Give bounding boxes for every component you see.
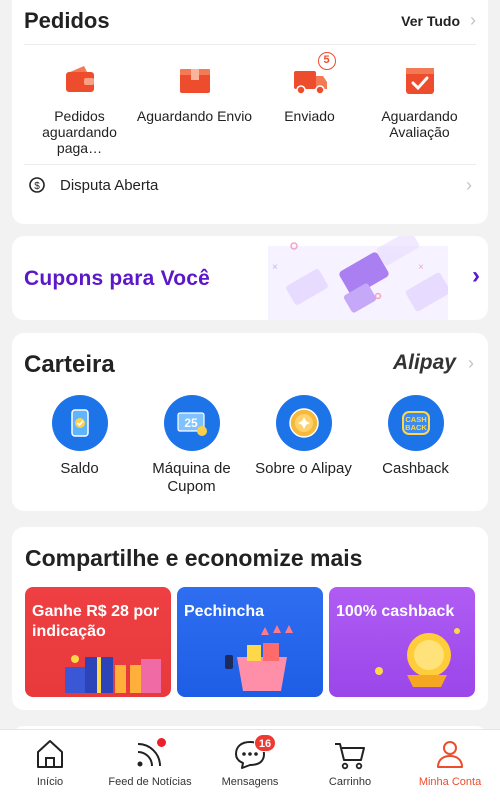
bottom-navigation: Início Feed de Notícias 16 Mensagens Car… [0,729,500,801]
wallet-about-alipay[interactable]: Sobre o Alipay [244,395,363,478]
shipped-count-badge: 5 [317,52,336,70]
order-status-awaiting-payment[interactable]: Pedidos aguardando paga… [20,62,139,156]
order-status-awaiting-review[interactable]: Aguardando Avaliação [360,62,479,140]
review-icon [402,62,438,98]
orders-card: Pedidos Ver Tudo › Pedidos aguardando pa… [12,0,488,224]
order-status-label: Pedidos aguardando paga… [42,108,117,156]
package-icon [177,62,213,98]
messages-count-badge: 16 [254,734,276,752]
nav-label: Mensagens [221,776,279,788]
wallet-item-label: Sobre o Alipay [255,460,352,477]
svg-text:25: 25 [184,416,198,430]
promo-bargain[interactable]: Pechincha [177,587,323,697]
promo-cashback[interactable]: 100% cashback [329,587,475,697]
see-all-button[interactable]: Ver Tudo › [401,10,476,31]
wallet-item-label: Cashback [382,460,449,477]
chevron-right-icon: › [472,262,480,289]
coupons-title: Cupons para Você [24,267,211,290]
svg-text:BACK: BACK [405,423,427,432]
notification-dot [157,738,166,747]
nav-feed[interactable]: Feed de Notícias [100,736,200,788]
wallet-card: Carteira Alipay › Saldo 25 Máquina de Cu… [12,333,488,511]
dispute-label: Disputa Aberta [60,176,159,194]
alipay-logo[interactable]: Alipay [393,351,456,375]
balance-phone-icon [51,395,108,451]
order-status-label: Enviado [284,108,335,124]
svg-text:×: × [272,262,278,273]
wallet-item-label: Saldo [60,460,99,477]
nav-label: Início [36,776,64,788]
order-status-awaiting-shipment[interactable]: Aguardando Envio [135,62,254,124]
order-status-label: Aguardando Envio [136,108,253,124]
nav-cart[interactable]: Carrinho [300,736,400,788]
nav-label: Feed de Notícias [108,776,192,788]
nav-label: Carrinho [328,776,372,788]
dispute-icon: $ [28,176,46,194]
wallet-balance[interactable]: Saldo [20,395,139,478]
nav-account[interactable]: Minha Conta [400,736,500,788]
see-all-label: Ver Tudo [401,12,460,29]
nav-label: Minha Conta [418,776,482,788]
chevron-right-icon: › [470,10,476,30]
nav-messages[interactable]: 16 Mensagens [200,734,300,788]
chevron-right-icon: › [466,174,472,195]
wallet-item-label: Máquina de Cupom [152,460,231,495]
wallet-icon [62,62,98,98]
chevron-right-icon[interactable]: › [468,353,474,374]
cart-icon [332,736,368,772]
feed-icon [132,736,168,772]
order-status-shipped[interactable]: 5 Enviado [250,52,369,124]
wallet-coupon-machine[interactable]: 25 Máquina de Cupom [132,395,251,496]
orders-header: Pedidos Ver Tudo › [24,8,476,33]
cashback-icon: CASH BACK [387,395,444,451]
wallet-cashback[interactable]: CASH BACK Cashback [356,395,475,478]
open-dispute-row[interactable]: $ Disputa Aberta › [28,173,476,197]
coupons-banner[interactable]: × × Cupons para Você › [12,236,488,320]
coupon-machine-icon: 25 [163,395,220,451]
shopping-basket-illustration [225,625,293,691]
nav-home[interactable]: Início [0,736,100,788]
svg-text:×: × [418,262,424,273]
gift-boxes-illustration [65,655,161,693]
divider [24,164,476,165]
share-title: Compartilhe e economize mais [25,545,363,571]
messages-icon: 16 [232,734,276,772]
divider [24,44,476,45]
gold-coin-illustration [375,628,460,687]
promo-referral[interactable]: Ganhe R$ 28 por indicação [25,587,171,697]
home-icon [32,736,68,772]
truck-icon: 5 [292,52,336,98]
orders-title: Pedidos [24,8,110,33]
coupon-tickets-illustration: × × [268,236,448,320]
order-status-label: Aguardando Avaliação [381,108,458,140]
svg-text:$: $ [34,181,40,192]
share-save-card: Compartilhe e economize mais Ganhe R$ 28… [12,527,488,710]
wallet-title: Carteira [24,351,115,378]
coin-icon [275,395,332,451]
account-icon [432,736,468,772]
